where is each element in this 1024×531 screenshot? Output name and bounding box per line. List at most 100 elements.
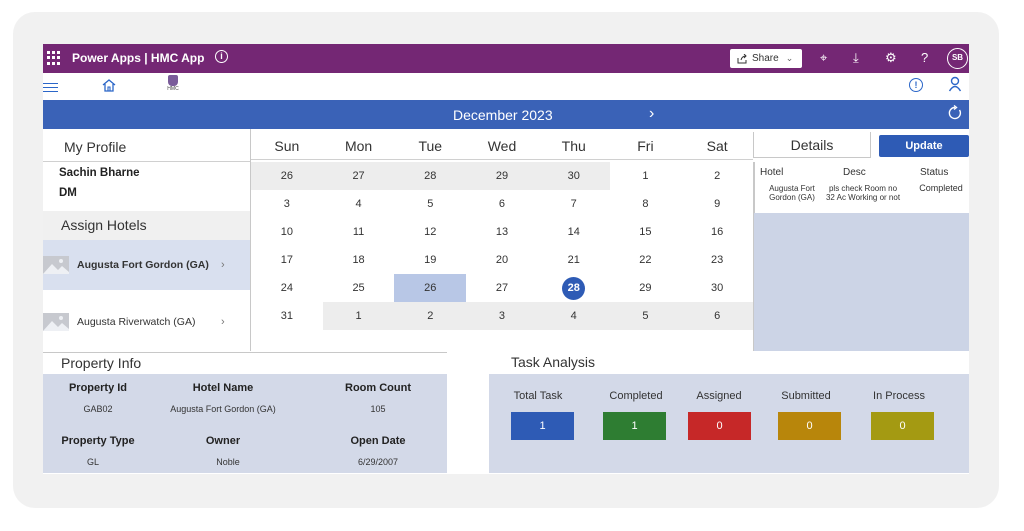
assigned-count[interactable]: 0: [688, 412, 751, 440]
hotel-list-item[interactable]: Augusta Fort Gordon (GA) ›: [43, 240, 250, 290]
calendar-day-cell[interactable]: 20: [466, 246, 538, 274]
calendar-day-number: 13: [495, 226, 509, 238]
calendar-day-cell[interactable]: 13: [466, 218, 538, 246]
calendar-day-cell[interactable]: 15: [610, 218, 682, 246]
info-icon[interactable]: !: [909, 78, 923, 92]
completed-count[interactable]: 1: [603, 412, 666, 440]
calendar-day-cell[interactable]: 1: [322, 302, 395, 330]
calendar-day-cell[interactable]: 26: [251, 162, 323, 190]
details-row[interactable]: Hotel Desc Status Augusta Fort Gordon (G…: [754, 162, 969, 213]
total-task-label: Total Task: [513, 390, 563, 402]
next-month-icon[interactable]: ›: [649, 105, 654, 123]
calendar-day-number: 3: [498, 310, 506, 322]
calendar-day-number: 12: [424, 226, 437, 238]
calendar-day-number: 16: [711, 226, 724, 238]
update-button[interactable]: Update: [879, 135, 969, 157]
hamburger-menu-icon[interactable]: [43, 83, 58, 92]
task-analysis-heading: Task Analysis: [511, 354, 596, 370]
submitted-count[interactable]: 0: [778, 412, 841, 440]
calendar-day-cell[interactable]: 21: [538, 246, 610, 274]
refresh-icon[interactable]: [947, 104, 963, 126]
details-panel: Hotel Desc Status Augusta Fort Gordon (G…: [753, 162, 969, 351]
calendar-day-cell[interactable]: 24: [251, 274, 323, 302]
property-info-heading: Property Info: [43, 352, 447, 374]
calendar-day-cell[interactable]: 30: [537, 162, 610, 190]
calendar-day-cell[interactable]: 27: [466, 274, 538, 302]
power-app-window: Power Apps | HMC App i Share ⌄ ⌖ ⤓ ⚙ ? S…: [43, 44, 969, 474]
calendar-day-cell[interactable]: 4: [323, 190, 395, 218]
calendar-day-cell[interactable]: 22: [610, 246, 682, 274]
calendar-day-number: 19: [424, 254, 437, 266]
calendar-day-cell[interactable]: 1: [610, 162, 682, 190]
property-type-value: GL: [86, 457, 99, 467]
calendar-day-cell[interactable]: 29: [466, 162, 538, 190]
calendar-day-cell[interactable]: 5: [609, 302, 682, 330]
calendar-day-cell[interactable]: 29: [610, 274, 682, 302]
room-count-label: Room Count: [345, 382, 411, 394]
in-process-count[interactable]: 0: [871, 412, 934, 440]
help-icon[interactable]: ?: [921, 50, 928, 66]
calendar-day-cell[interactable]: 26: [394, 274, 467, 302]
calendar-day-number: 5: [642, 310, 649, 322]
calendar-day-cell[interactable]: 18: [323, 246, 395, 274]
calendar-day-cell[interactable]: 28: [538, 274, 610, 302]
calendar-day-number: 11: [352, 226, 365, 238]
weekday-label: Fri: [637, 138, 654, 154]
total-task-count[interactable]: 1: [511, 412, 574, 440]
calendar-day-cell[interactable]: 6: [466, 190, 538, 218]
calendar-weekday-header: Sun Mon Tue Wed Thu Fri Sat: [251, 132, 753, 160]
calendar-day-number: 7: [570, 198, 577, 210]
calendar-day-cell[interactable]: 6: [681, 302, 753, 330]
calendar-day-cell[interactable]: 16: [681, 218, 753, 246]
calendar-day-cell[interactable]: 19: [394, 246, 466, 274]
details-status-value: Completed: [919, 183, 963, 193]
gear-icon[interactable]: ⚙: [885, 50, 897, 66]
open-date-value: 6/29/2007: [357, 457, 399, 467]
download-icon[interactable]: ⤓: [853, 50, 859, 66]
details-col-hotel: Hotel: [760, 167, 784, 178]
share-icon: [737, 53, 747, 63]
calendar-day-cell[interactable]: 8: [610, 190, 682, 218]
calendar-day-cell[interactable]: 2: [394, 302, 467, 330]
details-hotel-value: Augusta Fort Gordon (GA): [769, 184, 815, 202]
calendar-day-cell[interactable]: 11: [323, 218, 395, 246]
calendar-day-cell[interactable]: 30: [681, 274, 753, 302]
calendar-day-cell[interactable]: 9: [681, 190, 753, 218]
home-icon[interactable]: [102, 79, 116, 97]
fit-screen-icon[interactable]: ⌖: [820, 50, 827, 66]
calendar-day-number: 9: [714, 198, 721, 210]
calendar-day-number: 1: [355, 310, 362, 322]
calendar-day-cell[interactable]: 31: [251, 302, 323, 330]
calendar-day-cell[interactable]: 25: [323, 274, 395, 302]
calendar-day-cell[interactable]: 27: [322, 162, 395, 190]
weekday-label: Sat: [706, 138, 728, 154]
calendar-day-cell[interactable]: 12: [394, 218, 466, 246]
details-col-status: Status: [920, 167, 949, 178]
calendar-day-number: 14: [567, 226, 580, 238]
user-icon[interactable]: [948, 76, 962, 97]
property-id-value: GAB02: [83, 404, 113, 414]
waffle-icon[interactable]: [47, 51, 61, 65]
calendar-day-cell[interactable]: 5: [394, 190, 466, 218]
calendar-day-number: 4: [570, 310, 577, 322]
calendar-day-cell[interactable]: 7: [538, 190, 610, 218]
hotel-list-item[interactable]: Augusta Riverwatch (GA) ›: [43, 297, 250, 347]
calendar-day-cell[interactable]: 28: [394, 162, 467, 190]
calendar-day-cell[interactable]: 2: [681, 162, 753, 190]
calendar-day-cell[interactable]: 10: [251, 218, 323, 246]
calendar-day-cell[interactable]: 17: [251, 246, 323, 274]
my-profile-heading: My Profile: [43, 132, 250, 162]
calendar-day-number: 29: [639, 282, 652, 294]
share-button[interactable]: Share ⌄: [730, 49, 802, 68]
top-bar: Power Apps | HMC App i Share ⌄ ⌖ ⤓ ⚙ ? S…: [43, 44, 969, 73]
calendar-day-cell[interactable]: 4: [537, 302, 610, 330]
app-info-icon[interactable]: i: [215, 50, 228, 63]
task-analysis-panel: Total Task Completed Assigned Submitted …: [489, 374, 969, 473]
assigned-label: Assigned: [696, 390, 742, 402]
details-heading: Details: [753, 132, 871, 158]
avatar[interactable]: SB: [947, 48, 968, 69]
calendar-day-cell[interactable]: 3: [251, 190, 323, 218]
calendar-day-cell[interactable]: 14: [538, 218, 610, 246]
calendar-day-cell[interactable]: 3: [466, 302, 538, 330]
calendar-day-cell[interactable]: 23: [681, 246, 753, 274]
